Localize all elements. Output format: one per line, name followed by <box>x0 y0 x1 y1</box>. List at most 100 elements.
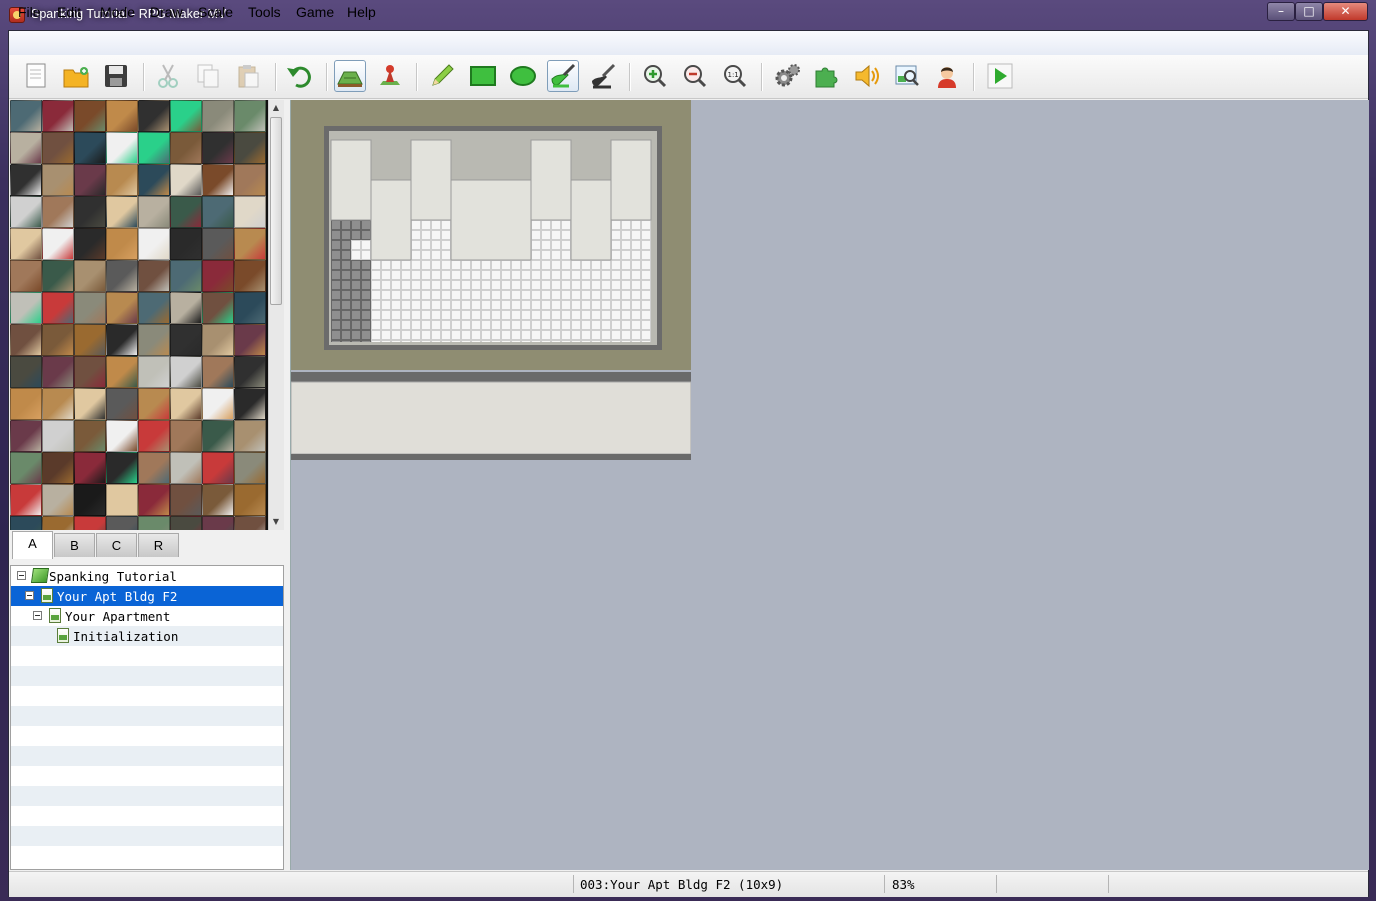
tileset-tile[interactable] <box>10 100 42 132</box>
tileset-tile[interactable] <box>74 100 106 132</box>
tileset-tile[interactable] <box>10 516 42 530</box>
tileset-tile[interactable] <box>170 164 202 196</box>
tileset-tile[interactable] <box>234 228 266 260</box>
tileset-tile[interactable] <box>42 260 74 292</box>
maximize-button[interactable]: □ <box>1295 2 1323 21</box>
playtest-icon[interactable] <box>984 60 1016 92</box>
tileset-tile[interactable] <box>10 196 42 228</box>
tileset-tile[interactable] <box>202 132 234 164</box>
tileset-tile[interactable] <box>106 292 138 324</box>
tileset-tile[interactable] <box>74 356 106 388</box>
tileset-tile[interactable] <box>170 132 202 164</box>
tileset-tile[interactable] <box>170 484 202 516</box>
tileset-tile[interactable] <box>42 484 74 516</box>
tileset-tile[interactable] <box>42 228 74 260</box>
collapse-icon[interactable] <box>25 591 34 600</box>
tileset-tile[interactable] <box>10 164 42 196</box>
tileset-tile[interactable] <box>42 196 74 228</box>
tileset-tile[interactable] <box>202 196 234 228</box>
sound-test-icon[interactable] <box>851 60 883 92</box>
menu-scale[interactable]: Scale <box>198 4 233 20</box>
tileset-tile[interactable] <box>202 356 234 388</box>
tileset-tile[interactable] <box>202 292 234 324</box>
tileset-tile[interactable] <box>106 164 138 196</box>
tileset-tile[interactable] <box>138 164 170 196</box>
tileset-tile[interactable] <box>10 324 42 356</box>
tileset-tile[interactable] <box>170 196 202 228</box>
tileset-tile[interactable] <box>106 132 138 164</box>
database-icon[interactable] <box>771 60 803 92</box>
tree-row-map[interactable]: Your Apt Bldg F2 <box>11 586 283 606</box>
tileset-tile[interactable] <box>138 292 170 324</box>
tileset-tile[interactable] <box>234 100 266 132</box>
map-tree[interactable]: Spanking Tutorial Your Apt Bldg F2 Your … <box>10 565 284 870</box>
tileset-tile[interactable] <box>234 484 266 516</box>
tileset-tile[interactable] <box>74 452 106 484</box>
tileset-tile[interactable] <box>10 484 42 516</box>
tileset-tile[interactable] <box>106 196 138 228</box>
tileset-tile[interactable] <box>10 420 42 452</box>
tileset-tile[interactable] <box>10 356 42 388</box>
tileset-tile[interactable] <box>10 388 42 420</box>
tab-b[interactable]: B <box>54 533 95 557</box>
tileset-tile[interactable] <box>234 356 266 388</box>
tileset-tile[interactable] <box>138 324 170 356</box>
tileset-tile[interactable] <box>74 260 106 292</box>
tileset-tile[interactable] <box>234 292 266 324</box>
tileset-tile[interactable] <box>74 132 106 164</box>
map-mode-icon[interactable] <box>334 60 366 92</box>
tileset-tile[interactable] <box>202 228 234 260</box>
plugin-manager-icon[interactable] <box>811 60 843 92</box>
tileset-tile[interactable] <box>42 324 74 356</box>
tileset-tile[interactable] <box>170 324 202 356</box>
open-project-icon[interactable] <box>60 60 92 92</box>
tileset-tile[interactable] <box>170 420 202 452</box>
tileset-tile[interactable] <box>106 100 138 132</box>
new-project-icon[interactable] <box>20 60 52 92</box>
tileset-tile[interactable] <box>74 164 106 196</box>
tileset-tile[interactable] <box>138 388 170 420</box>
tileset-tile[interactable] <box>170 228 202 260</box>
tileset-tile[interactable] <box>10 292 42 324</box>
tileset-tile[interactable] <box>74 420 106 452</box>
tileset-tile[interactable] <box>202 484 234 516</box>
tileset-tile[interactable] <box>202 388 234 420</box>
tileset-tile[interactable] <box>138 420 170 452</box>
tileset-tile[interactable] <box>138 196 170 228</box>
minimize-button[interactable]: – <box>1267 2 1295 21</box>
collapse-icon[interactable] <box>17 571 26 580</box>
tileset-tile[interactable] <box>42 292 74 324</box>
zoom-out-icon[interactable] <box>679 60 711 92</box>
tree-row-map[interactable]: Your Apartment <box>11 606 283 626</box>
tileset-tile[interactable] <box>106 484 138 516</box>
collapse-icon[interactable] <box>33 611 42 620</box>
tileset-tile[interactable] <box>74 516 106 530</box>
menu-game[interactable]: Game <box>296 4 334 20</box>
tileset-tile[interactable] <box>138 132 170 164</box>
tileset-tile[interactable] <box>138 356 170 388</box>
menu-draw[interactable]: Draw <box>150 4 183 20</box>
tileset-tile[interactable] <box>74 228 106 260</box>
tileset-tile[interactable] <box>234 388 266 420</box>
cut-icon[interactable] <box>152 60 184 92</box>
tileset-tile[interactable] <box>106 420 138 452</box>
tileset-tile[interactable] <box>42 164 74 196</box>
tileset-tile[interactable] <box>202 324 234 356</box>
menu-help[interactable]: Help <box>347 4 376 20</box>
tab-c[interactable]: C <box>96 533 137 557</box>
tileset-tile[interactable] <box>10 132 42 164</box>
tileset-tile[interactable] <box>106 228 138 260</box>
undo-icon[interactable] <box>284 60 316 92</box>
event-mode-icon[interactable] <box>374 60 406 92</box>
tileset-tile[interactable] <box>234 420 266 452</box>
tileset-tile[interactable] <box>42 100 74 132</box>
save-project-icon[interactable] <box>100 60 132 92</box>
tab-r[interactable]: R <box>138 533 179 557</box>
tileset-tile[interactable] <box>170 100 202 132</box>
tileset-tile[interactable] <box>138 100 170 132</box>
menu-mode[interactable]: Mode <box>100 4 135 20</box>
tileset-tile[interactable] <box>42 388 74 420</box>
tileset-tile[interactable] <box>138 260 170 292</box>
tileset-tile[interactable] <box>170 516 202 530</box>
menu-file[interactable]: File <box>18 4 41 20</box>
